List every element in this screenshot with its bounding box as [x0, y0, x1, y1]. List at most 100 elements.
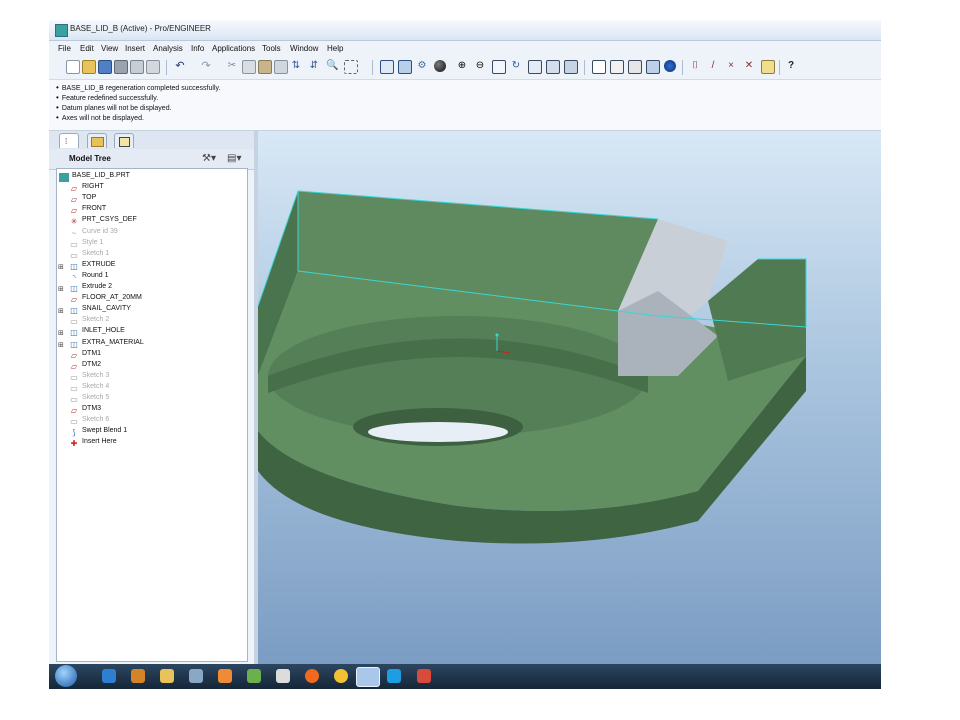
app-icon[interactable] — [276, 669, 290, 683]
menu-applications[interactable]: Applications — [212, 44, 255, 53]
print-icon[interactable] — [114, 60, 128, 74]
tree-item[interactable]: ▭ Style 1 — [57, 239, 237, 250]
tree-item[interactable]: ⊞ ◫ INLET_HOLE — [57, 327, 237, 338]
tree-item[interactable]: ▱ DTM2 — [57, 361, 237, 372]
tree-item[interactable]: ✚ Insert Here — [57, 438, 237, 449]
email-attach-icon[interactable] — [146, 60, 160, 74]
expand-icon[interactable]: ⊞ — [58, 329, 64, 337]
no-hidden-icon[interactable] — [628, 60, 642, 74]
select-box-icon[interactable] — [344, 60, 358, 74]
hidden-line-icon[interactable] — [610, 60, 624, 74]
wireframe-icon[interactable] — [592, 60, 606, 74]
expand-icon[interactable]: ⊞ — [58, 263, 64, 271]
copy-icon[interactable] — [242, 60, 256, 74]
tree-item[interactable]: ⊞ ◫ SNAIL_CAVITY — [57, 305, 237, 316]
refit-icon[interactable] — [492, 60, 506, 74]
annotations-icon[interactable] — [761, 60, 775, 74]
explorer-icon[interactable] — [160, 669, 174, 683]
tree-item[interactable]: ⊞ ◫ EXTRA_MATERIAL — [57, 339, 237, 350]
expand-icon[interactable]: ⊞ — [58, 307, 64, 315]
menu-edit[interactable]: Edit — [80, 44, 94, 53]
find-icon[interactable]: 🔍 — [326, 60, 338, 72]
send-mail-icon[interactable] — [130, 60, 144, 74]
saved-views-icon[interactable] — [528, 60, 542, 74]
reorient-icon[interactable]: ↻ — [510, 60, 522, 72]
view-manager-icon[interactable] — [564, 60, 578, 74]
round-icon: ◝ — [72, 272, 76, 282]
acrobat-icon[interactable] — [417, 669, 431, 683]
repaint-icon[interactable] — [380, 60, 394, 74]
tree-item-label: FLOOR_AT_20MM — [82, 294, 142, 302]
graphics-window[interactable] — [257, 131, 881, 666]
tree-item[interactable]: ⊞ ◫ EXTRUDE — [57, 261, 237, 272]
app-icon[interactable] — [247, 669, 261, 683]
context-help-icon[interactable]: ? — [785, 60, 797, 72]
menu-tools[interactable]: Tools — [262, 44, 281, 53]
tree-item[interactable]: ▭ Sketch 1 — [57, 250, 237, 261]
tree-item[interactable]: ▱ DTM1 — [57, 350, 237, 361]
tree-item[interactable]: ▭ Sketch 3 — [57, 372, 237, 383]
tree-item[interactable]: ⊞ ◫ Extrude 2 — [57, 283, 237, 294]
model-tree-tab[interactable]: ⁞ — [59, 133, 79, 148]
zoom-out-icon[interactable]: ⊖ — [474, 60, 486, 72]
datum-points-icon[interactable]: × — [725, 60, 737, 72]
tree-columns-icon[interactable]: ▤▾ — [227, 153, 241, 164]
chrome-icon[interactable] — [334, 669, 348, 683]
open-folder-icon[interactable] — [82, 60, 96, 74]
tree-item[interactable]: ▭ Sketch 5 — [57, 394, 237, 405]
save-icon[interactable] — [98, 60, 112, 74]
new-file-icon[interactable] — [66, 60, 80, 74]
menu-view[interactable]: View — [101, 44, 118, 53]
redo-icon[interactable]: ↷ — [200, 60, 212, 72]
cut-icon[interactable]: ✂ — [226, 60, 238, 72]
menu-help[interactable]: Help — [327, 44, 343, 53]
expand-icon[interactable]: ⊞ — [58, 285, 64, 293]
expand-icon[interactable]: ⊞ — [58, 341, 64, 349]
internet-explorer-icon[interactable] — [102, 669, 116, 683]
tree-item[interactable]: ▱ FLOOR_AT_20MM — [57, 294, 237, 305]
tree-item[interactable]: BASE_LID_B.PRT — [57, 172, 237, 183]
tree-item[interactable]: ⟆ Swept Blend 1 — [57, 427, 237, 438]
menu-info[interactable]: Info — [191, 44, 204, 53]
tree-item[interactable]: ~ Curve id 39 — [57, 228, 237, 239]
regen-manager-icon[interactable]: ⇵ — [308, 60, 320, 72]
spin-center-icon[interactable] — [398, 60, 412, 74]
orient-mode-icon[interactable]: ⚙ — [416, 60, 428, 72]
tree-item[interactable]: ▱ RIGHT — [57, 183, 237, 194]
favorites-tab[interactable] — [114, 133, 134, 148]
tree-item[interactable]: ▱ DTM3 — [57, 405, 237, 416]
start-button-icon[interactable] — [55, 665, 77, 687]
enhanced-realism-icon[interactable] — [664, 60, 676, 72]
regenerate-icon[interactable]: ⇅ — [290, 60, 302, 72]
tree-item[interactable]: ▭ Sketch 6 — [57, 416, 237, 427]
menu-file[interactable]: File — [58, 44, 71, 53]
tree-item[interactable]: ✳ PRT_CSYS_DEF — [57, 216, 237, 227]
datum-planes-icon[interactable]: ⌷ — [689, 60, 701, 72]
undo-icon[interactable]: ↶ — [174, 60, 186, 72]
shading-icon[interactable] — [646, 60, 660, 74]
layers-icon[interactable] — [546, 60, 560, 74]
firefox-icon[interactable] — [305, 669, 319, 683]
proengineer-taskbar-icon[interactable] — [356, 667, 380, 687]
tree-item[interactable]: ▱ FRONT — [57, 205, 237, 216]
app-icon[interactable] — [218, 669, 232, 683]
appearance-icon[interactable] — [434, 60, 446, 72]
zoom-in-icon[interactable]: ⊕ — [456, 60, 468, 72]
tree-item[interactable]: ◝ Round 1 — [57, 272, 237, 283]
folder-browser-tab[interactable] — [87, 133, 107, 148]
menu-window[interactable]: Window — [290, 44, 318, 53]
menu-analysis[interactable]: Analysis — [153, 44, 183, 53]
datum-axes-icon[interactable]: / — [707, 60, 719, 72]
app-icon[interactable] — [189, 669, 203, 683]
tree-item[interactable]: ▭ Sketch 4 — [57, 383, 237, 394]
tree-settings-icon[interactable]: ⚒▾ — [202, 153, 216, 164]
media-player-icon[interactable] — [131, 669, 145, 683]
tree-item[interactable]: ▭ Sketch 2 — [57, 316, 237, 327]
tree-item[interactable]: ▱ TOP — [57, 194, 237, 205]
skype-icon[interactable] — [387, 669, 401, 683]
paste-icon[interactable] — [258, 60, 272, 74]
coord-systems-icon[interactable]: ✕ — [743, 60, 755, 72]
menu-insert[interactable]: Insert — [125, 44, 145, 53]
paste-special-icon[interactable] — [274, 60, 288, 74]
menu-bar: File Edit View Insert Analysis Info Appl… — [49, 41, 881, 57]
